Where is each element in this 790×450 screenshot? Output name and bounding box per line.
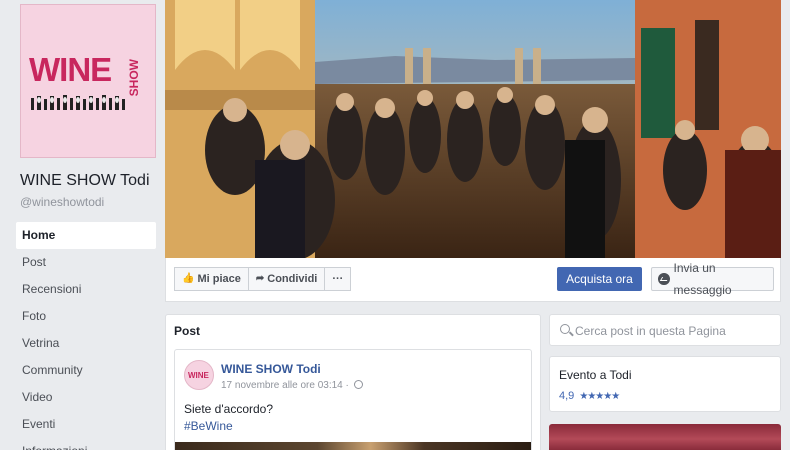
post-card: WINE WINE SHOW Todi 17 novembre alle ore…: [174, 349, 532, 450]
search-input[interactable]: [575, 321, 775, 341]
sidebar-item-foto[interactable]: Foto: [16, 303, 156, 330]
left-column: WINE SHOW WINE SHOW Todi @wineshowtodi H…: [0, 0, 160, 450]
author-avatar[interactable]: WINE: [184, 360, 214, 390]
messenger-icon: [658, 273, 670, 285]
cover-photo[interactable]: [165, 0, 781, 258]
sidebar-item-recensioni[interactable]: Recensioni: [16, 276, 156, 303]
search-icon: [560, 324, 570, 334]
like-label: Mi piace: [197, 273, 241, 285]
sidebar-item-home[interactable]: Home: [16, 222, 156, 249]
posts-section-title: Post: [174, 324, 201, 338]
profile-picture[interactable]: WINE SHOW: [20, 4, 156, 158]
globe-icon: [353, 380, 363, 389]
sidebar-photo[interactable]: [549, 424, 781, 450]
avatar-logo-text: WINE: [188, 371, 209, 380]
sidebar-item-video[interactable]: Video: [16, 384, 156, 411]
logo-subtext: SHOW: [127, 59, 141, 97]
sidebar-item-eventi[interactable]: Eventi: [16, 411, 156, 438]
thumbs-up-icon: 👍: [182, 273, 195, 284]
share-arrow-icon: ➦: [255, 273, 265, 284]
post-author[interactable]: WINE SHOW Todi: [221, 362, 321, 376]
page-search-box: [549, 314, 781, 346]
page-handle: @wineshowtodi: [20, 195, 105, 209]
event-title[interactable]: Evento a Todi: [559, 368, 632, 382]
post-text: Siete d'accordo?: [184, 402, 274, 416]
posts-section: Post WINE WINE SHOW Todi 17 novembre all…: [165, 314, 541, 450]
wine-glasses-icon: [31, 95, 125, 110]
post-hashtag[interactable]: #BeWine: [184, 419, 233, 433]
sidebar-nav: Home Post Recensioni Foto Vetrina Commun…: [16, 222, 156, 450]
sidebar-item-post[interactable]: Post: [16, 249, 156, 276]
share-label: Condividi: [267, 273, 318, 285]
sidebar-item-community[interactable]: Community: [16, 357, 156, 384]
more-options-button[interactable]: ···: [325, 267, 352, 291]
rating-value: 4,9: [559, 390, 575, 402]
logo-text: WINE: [29, 51, 112, 88]
post-timestamp-text: 17 novembre alle ore 03:14 ·: [221, 380, 349, 391]
like-button[interactable]: 👍 Mi piace: [174, 267, 249, 291]
rating-stars-icon: ★★★★★: [579, 391, 620, 402]
share-button[interactable]: ➦ Condividi: [248, 267, 326, 291]
post-timestamp[interactable]: 17 novembre alle ore 03:14 ·: [221, 380, 363, 391]
sidebar-item-informazioni[interactable]: Informazioni: [16, 438, 156, 450]
sidebar-item-vetrina[interactable]: Vetrina: [16, 330, 156, 357]
page-action-bar: 👍 Mi piace ➦ Condividi ··· Acquista ora …: [165, 258, 781, 302]
more-options-label: ···: [332, 273, 344, 285]
send-message-label: Invia un messaggio: [673, 261, 732, 297]
page-name[interactable]: WINE SHOW Todi: [20, 172, 150, 190]
cover-scene: [165, 0, 781, 258]
rating-summary[interactable]: 4,9 ★★★★★: [559, 390, 620, 402]
action-button-group: 👍 Mi piace ➦ Condividi ···: [174, 267, 352, 291]
send-message-button[interactable]: Invia un messaggio: [651, 261, 774, 297]
buy-now-button[interactable]: Acquista ora: [557, 267, 642, 291]
event-info-card: Evento a Todi 4,9 ★★★★★: [549, 356, 781, 412]
post-image[interactable]: [175, 442, 531, 450]
